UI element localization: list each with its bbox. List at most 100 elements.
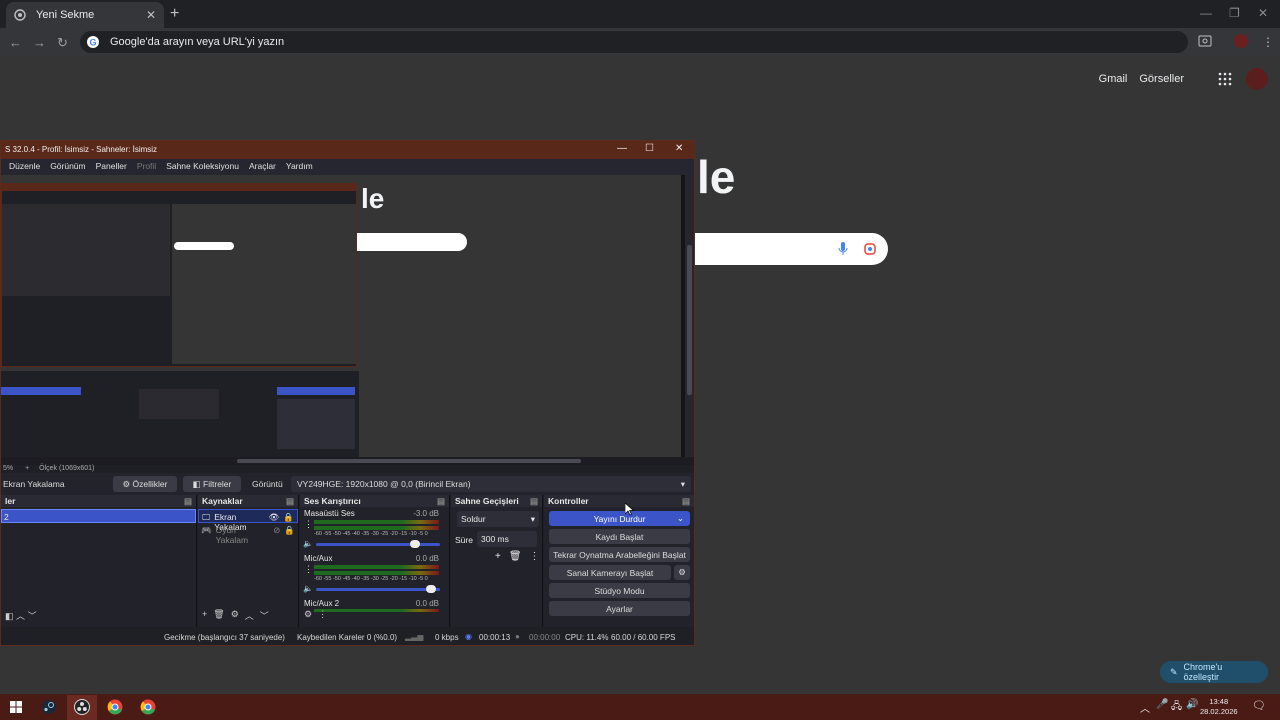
hidden-eye-icon[interactable]: ⊘: [273, 525, 280, 535]
display-select[interactable]: VY249HGE: 1920x1080 @ 0,0 (Birincil Ekra…: [291, 476, 691, 492]
google-apps-icon[interactable]: [1218, 72, 1232, 86]
studio-mode-button[interactable]: Stüdyo Modu: [549, 583, 690, 598]
obs-title-bar: S 32.0.4 - Profil: İsimsiz - Sahneler: İ…: [1, 141, 694, 159]
mixer-menu-icon[interactable]: ⋮: [318, 609, 327, 620]
channel-name: Masaüstü Ses: [304, 509, 355, 518]
close-window-icon[interactable]: ✕: [1258, 6, 1268, 20]
scene-down-icon[interactable]: ﹀: [28, 611, 37, 621]
mixer-settings-icon[interactable]: ⚙: [304, 609, 312, 620]
gear-icon: ⚙: [122, 478, 133, 489]
customize-chrome-button[interactable]: ✎ Chrome'u özelleştir: [1160, 661, 1268, 683]
images-link[interactable]: Görseller: [1139, 73, 1184, 85]
menu-kebab-icon[interactable]: ⋮: [1262, 35, 1274, 49]
google-search-box[interactable]: [690, 233, 888, 265]
duration-input[interactable]: 300 ms: [477, 531, 537, 547]
notification-icon[interactable]: 🗨: [1252, 699, 1266, 712]
controls-dock: Kontroller ▤ Yayını Durdur ⌄ Kaydı Başlat …: [544, 495, 694, 627]
obs-icon[interactable]: [73, 698, 91, 716]
start-recording-button[interactable]: Kaydı Başlat: [549, 529, 690, 544]
channel-name: Mic/Aux 2: [304, 599, 340, 608]
virtual-camera-settings-icon[interactable]: ⚙: [674, 565, 690, 580]
record-status-icon: ●: [515, 632, 520, 641]
replay-buffer-button[interactable]: Tekrar Oynatma Arabelleğini Başlat: [549, 547, 690, 562]
network-icon[interactable]: 🖧: [1171, 699, 1182, 716]
obs-minimize-icon[interactable]: —: [617, 143, 627, 154]
menu-scene-collection[interactable]: Sahne Koleksiyonu: [166, 161, 239, 173]
visibility-eye-icon[interactable]: 👁: [269, 512, 280, 522]
chevron-down-icon: ⌄: [676, 513, 684, 523]
microphone-icon[interactable]: 🎤: [1156, 699, 1168, 710]
mixer-header: Ses Karıştırıcı ▤: [300, 495, 449, 507]
forward-icon[interactable]: →: [33, 35, 46, 50]
volume-slider[interactable]: [316, 588, 440, 591]
restore-icon[interactable]: ❐: [1229, 6, 1240, 20]
transition-select[interactable]: Soldur ▾: [457, 511, 539, 527]
menu-tools[interactable]: Araçlar: [249, 161, 276, 173]
scene-filter-icon[interactable]: ◧: [5, 611, 14, 621]
filters-button[interactable]: ◧ Filtreler: [183, 476, 241, 492]
scene-item-selected[interactable]: 2: [1, 509, 196, 523]
speaker-icon[interactable]: 🔈: [303, 584, 313, 593]
volume-slider-handle[interactable]: [426, 585, 436, 593]
tray-expand-icon[interactable]: ︿: [1140, 700, 1150, 715]
taskbar-clock[interactable]: 13:48 28.02.2026: [1200, 697, 1238, 717]
speaker-icon[interactable]: 🔈: [303, 539, 313, 548]
obs-maximize-icon[interactable]: ☐: [645, 143, 654, 154]
obs-preview[interactable]: le: [1, 175, 685, 462]
source-properties-bar: Ekran Yakalama ⚙ Özellikler ◧ Filtreler …: [1, 473, 694, 495]
transition-menu-icon[interactable]: ⋮: [530, 551, 540, 562]
menu-edit[interactable]: Düzenle: [9, 161, 40, 173]
address-bar[interactable]: G Google'da arayın veya URL'yi yazın: [80, 31, 1188, 53]
tab-search-icon[interactable]: [1198, 35, 1212, 47]
source-up-icon[interactable]: ︿: [245, 609, 254, 622]
menu-help[interactable]: Yardım: [286, 161, 313, 173]
source-down-icon[interactable]: ﹀: [260, 609, 269, 622]
voice-search-icon[interactable]: [838, 242, 848, 256]
steam-icon[interactable]: [40, 698, 58, 716]
gmail-link[interactable]: Gmail: [1099, 73, 1128, 85]
stop-stream-button[interactable]: Yayını Durdur ⌄: [549, 511, 690, 526]
source-item-game[interactable]: 🎮 Oyun Yakalam ⊘ 🔒: [198, 523, 298, 545]
trash-icon[interactable]: 🗑: [213, 609, 224, 622]
source-settings-icon[interactable]: ⚙: [231, 609, 239, 622]
new-tab-button[interactable]: +: [170, 5, 179, 23]
mixer-channels: Masaüstü Ses -3.0 dB ⋮ -60 -55 -50 -45 -40 …: [300, 507, 449, 615]
scene-up-icon[interactable]: ︿: [16, 611, 25, 621]
remove-transition-icon[interactable]: 🗑: [509, 551, 522, 562]
menu-docks[interactable]: Paneller: [96, 161, 127, 173]
status-cpu: CPU: 11.4%: [565, 633, 609, 642]
lock-icon[interactable]: 🔒: [284, 525, 295, 535]
lens-icon[interactable]: [864, 243, 876, 255]
virtual-camera-button[interactable]: Sanal Kamerayı Başlat: [549, 565, 671, 580]
source-item-screen[interactable]: 🖵 Ekran Yakalam 👁 🔒: [198, 509, 298, 532]
preview-vertical-scrollbar[interactable]: [685, 175, 694, 457]
tab-close-icon[interactable]: ✕: [146, 8, 156, 22]
channel-menu-icon[interactable]: ⋮: [304, 564, 313, 575]
minimize-icon[interactable]: —: [1200, 6, 1212, 20]
zoom-plus-icon[interactable]: +: [25, 465, 29, 472]
back-icon[interactable]: ←: [9, 35, 22, 50]
menu-view[interactable]: Görünüm: [50, 161, 85, 173]
chrome-icon[interactable]: [139, 698, 157, 716]
properties-button[interactable]: ⚙ Özellikler: [113, 476, 177, 492]
menu-profile[interactable]: Profil: [137, 161, 156, 173]
google-account-avatar[interactable]: [1246, 68, 1268, 90]
volume-slider-handle[interactable]: [410, 540, 420, 548]
reload-icon[interactable]: ↻: [57, 35, 68, 51]
settings-button[interactable]: Ayarlar: [549, 601, 690, 616]
hscroll-thumb[interactable]: [237, 459, 581, 463]
channel-menu-icon[interactable]: ⋮: [304, 519, 313, 530]
nested-controls: [277, 399, 355, 449]
add-source-icon[interactable]: +: [202, 609, 207, 622]
volume-slider[interactable]: [316, 543, 440, 546]
chrome-profile-icon[interactable]: [106, 698, 124, 716]
lock-icon[interactable]: 🔒: [283, 512, 294, 522]
nested-stop-button: [277, 387, 355, 395]
windows-start-icon[interactable]: [7, 698, 25, 716]
obs-close-icon[interactable]: ✕: [675, 143, 683, 154]
browser-tab[interactable]: Yeni Sekme ✕: [6, 2, 164, 28]
level-meter: [314, 520, 439, 524]
add-transition-icon[interactable]: +: [495, 551, 501, 562]
volume-icon[interactable]: 🔊: [1186, 699, 1198, 710]
profile-avatar[interactable]: [1234, 34, 1248, 48]
